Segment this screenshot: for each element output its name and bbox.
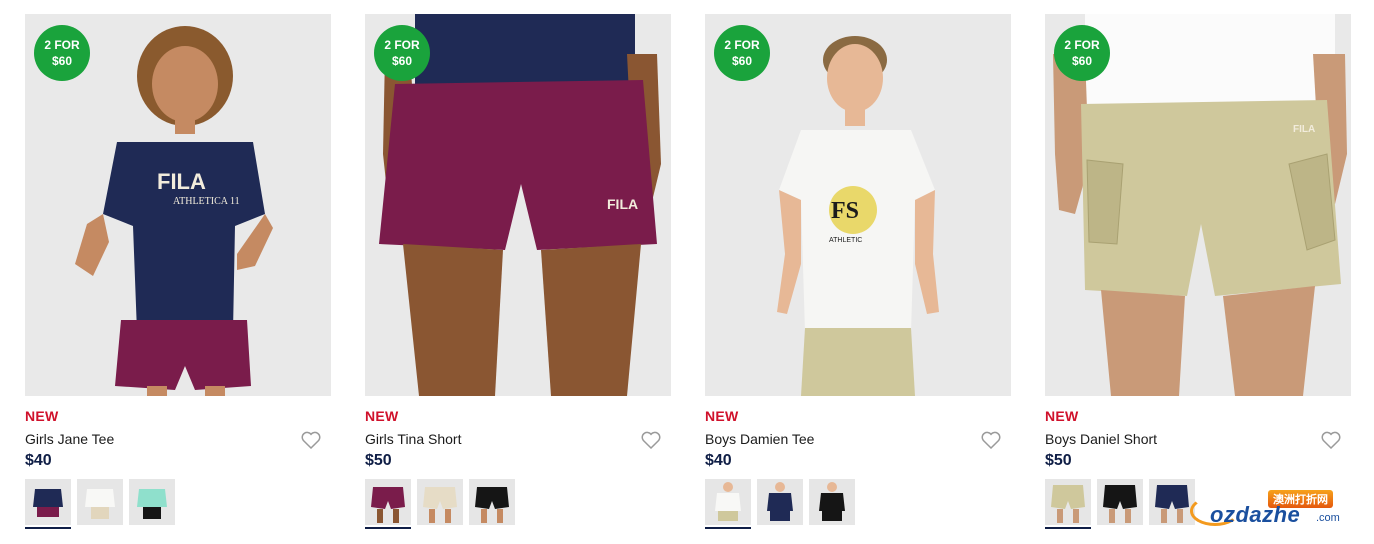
product-price: $50 <box>1045 452 1072 469</box>
svg-text:FILA: FILA <box>157 169 206 194</box>
new-tag: NEW <box>1045 408 1079 424</box>
promo-badge: 2 FOR $60 <box>714 25 770 81</box>
product-name[interactable]: Boys Daniel Short <box>1045 431 1157 447</box>
product-name[interactable]: Boys Damien Tee <box>705 431 814 447</box>
color-swatches <box>705 479 1011 529</box>
color-swatch-black[interactable] <box>469 479 515 529</box>
product-name[interactable]: Girls Tina Short <box>365 431 461 447</box>
promo-badge: 2 FOR $60 <box>34 25 90 81</box>
svg-text:ATHLETIC: ATHLETIC <box>829 237 862 244</box>
color-swatch-black[interactable] <box>809 479 855 529</box>
product-image[interactable]: FS ATHLETIC 2 FOR $60 <box>705 14 1011 396</box>
product-card[interactable]: FILA ATHLETICA 11 2 FOR $60 NEW Girls Ja… <box>25 14 331 529</box>
product-price: $40 <box>25 452 52 469</box>
color-swatch-khaki[interactable] <box>1045 479 1091 529</box>
product-image[interactable]: FILA 2 FOR $60 <box>365 14 671 396</box>
new-tag: NEW <box>25 408 59 424</box>
watermark-logo: 澳洲打折网 ozdazhe .com <box>1190 488 1360 538</box>
new-tag: NEW <box>705 408 739 424</box>
product-card[interactable]: FILA 2 FOR $60 NEW Girls Tina Short $50 <box>365 14 671 529</box>
color-swatch-navy[interactable] <box>25 479 71 529</box>
product-price: $50 <box>365 452 392 469</box>
svg-text:FILA: FILA <box>607 196 638 212</box>
svg-text:FS: FS <box>831 198 859 224</box>
wishlist-heart-icon[interactable] <box>1319 428 1343 452</box>
color-swatches <box>365 479 671 529</box>
watermark-suffix: .com <box>1316 512 1340 524</box>
color-swatch-white[interactable] <box>705 479 751 529</box>
wishlist-heart-icon[interactable] <box>979 428 1003 452</box>
color-swatch-white[interactable] <box>77 479 123 529</box>
watermark-name: ozdazhe <box>1210 502 1301 527</box>
product-grid: FILA ATHLETICA 11 2 FOR $60 NEW Girls Ja… <box>25 14 1351 529</box>
promo-badge: 2 FOR $60 <box>374 25 430 81</box>
svg-text:ATHLETICA 11: ATHLETICA 11 <box>173 196 240 207</box>
color-swatches <box>25 479 331 529</box>
color-swatch-cream[interactable] <box>417 479 463 529</box>
product-card[interactable]: FILA 2 FOR $60 NEW Boys Daniel Short $50 <box>1045 14 1351 529</box>
wishlist-heart-icon[interactable] <box>299 428 323 452</box>
svg-text:FILA: FILA <box>1293 124 1315 135</box>
product-price: $40 <box>705 452 732 469</box>
wishlist-heart-icon[interactable] <box>639 428 663 452</box>
product-image[interactable]: FILA ATHLETICA 11 2 FOR $60 <box>25 14 331 396</box>
new-tag: NEW <box>365 408 399 424</box>
color-swatch-mint[interactable] <box>129 479 175 529</box>
color-swatch-black[interactable] <box>1097 479 1143 529</box>
color-swatch-navy[interactable] <box>1149 479 1195 529</box>
promo-badge: 2 FOR $60 <box>1054 25 1110 81</box>
product-name[interactable]: Girls Jane Tee <box>25 431 114 447</box>
product-card[interactable]: FS ATHLETIC 2 FOR $60 NEW Boys Damien Te… <box>705 14 1011 529</box>
color-swatch-plum[interactable] <box>365 479 411 529</box>
product-image[interactable]: FILA 2 FOR $60 <box>1045 14 1351 396</box>
color-swatch-navy[interactable] <box>757 479 803 529</box>
